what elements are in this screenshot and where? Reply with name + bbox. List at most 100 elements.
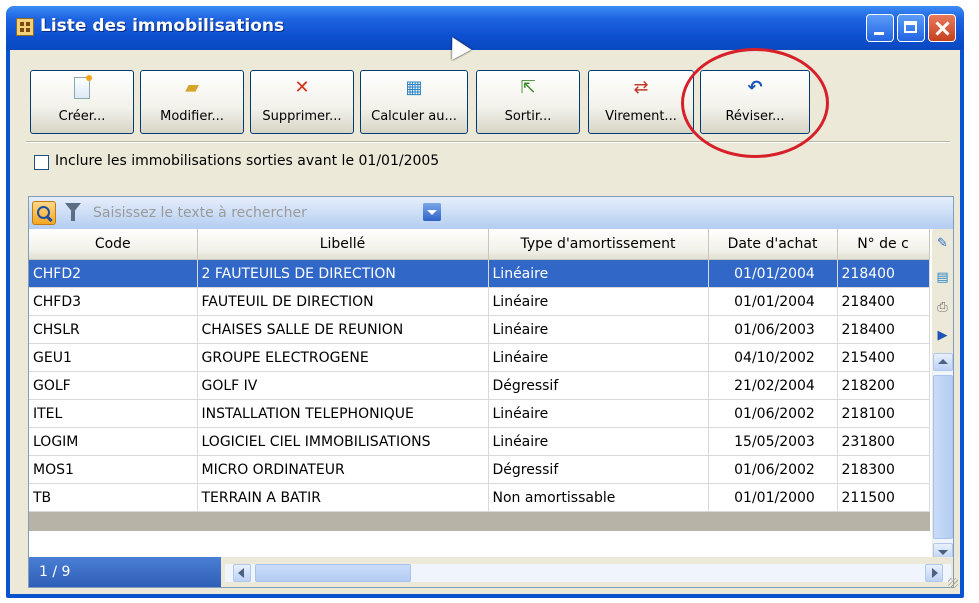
cell-type: Linéaire	[488, 287, 709, 316]
search-icon[interactable]	[32, 201, 56, 225]
cell-type: Non amortissable	[488, 483, 709, 512]
cell-type: Linéaire	[488, 315, 709, 344]
cell-date: 01/01/2004	[708, 287, 838, 316]
column-header-code[interactable]: Code	[29, 229, 198, 260]
filter-icon[interactable]	[65, 203, 81, 221]
edit-icon[interactable]: ✎	[934, 235, 951, 252]
create-button[interactable]: Créer...	[30, 70, 134, 134]
cell-libelle: GROUPE ELECTROGENE	[197, 343, 489, 372]
cell-code: CHFD2	[29, 259, 198, 288]
delete-button[interactable]: ✕ Supprimer...	[250, 70, 354, 134]
chevron-down-icon[interactable]	[423, 203, 441, 221]
cell-libelle: 2 FAUTEUILS DE DIRECTION	[197, 259, 489, 288]
cell-number: 218300	[837, 455, 930, 484]
cell-type: Linéaire	[488, 399, 709, 428]
exit-icon: ⇱	[520, 77, 536, 98]
grid-footer: 1 / 9	[29, 557, 953, 587]
vertical-scrollbar[interactable]	[933, 353, 953, 561]
modify-button-label: Modifier...	[160, 109, 224, 124]
cell-libelle: MICRO ORDINATEUR	[197, 455, 489, 484]
scroll-up-icon[interactable]	[933, 353, 953, 371]
cell-code: CHSLR	[29, 315, 198, 344]
cell-date: 01/06/2003	[708, 315, 838, 344]
cell-number: 231800	[837, 427, 930, 456]
modify-button[interactable]: ▰ Modifier...	[140, 70, 244, 134]
print-icon[interactable]: ⎙	[934, 299, 951, 316]
table-empty-row	[29, 511, 930, 531]
minimize-button[interactable]	[866, 14, 894, 42]
calculate-button[interactable]: ▦ Calculer au...	[360, 70, 468, 134]
window-title: Liste des immobilisations	[40, 16, 285, 36]
transfer-button[interactable]: ⇄ Virement...	[588, 70, 694, 134]
cell-code: ITEL	[29, 399, 198, 428]
search-bar	[29, 197, 953, 229]
cell-libelle: TERRAIN A BATIR	[197, 483, 489, 512]
calculate-button-label: Calculer au...	[371, 109, 457, 124]
maximize-button[interactable]	[897, 14, 925, 42]
assets-table: Code Libellé Type d'amortissement Date d…	[29, 229, 930, 531]
cell-type: Linéaire	[488, 343, 709, 372]
cell-type: Dégressif	[488, 371, 709, 400]
table-header-row: Code Libellé Type d'amortissement Date d…	[29, 229, 930, 260]
scroll-left-icon[interactable]	[233, 564, 251, 582]
cell-libelle: LOGICIEL CIEL IMMOBILISATIONS	[197, 427, 489, 456]
create-button-label: Créer...	[58, 109, 106, 124]
table-row[interactable]: CHSLR CHAISES SALLE DE REUNION Linéaire …	[29, 315, 930, 344]
transfer-button-label: Virement...	[605, 109, 677, 124]
table-row[interactable]: GEU1 GROUPE ELECTROGENE Linéaire 04/10/2…	[29, 343, 930, 372]
open-folder-icon: ▰	[185, 77, 199, 98]
resize-grip[interactable]	[948, 578, 958, 588]
column-header-date[interactable]: Date d'achat	[708, 229, 838, 260]
building-icon	[16, 18, 34, 36]
column-header-number[interactable]: N° de c	[837, 229, 930, 260]
delete-button-label: Supprimer...	[262, 109, 342, 124]
highlight-circle	[681, 48, 829, 158]
cell-libelle: CHAISES SALLE DE REUNION	[197, 315, 489, 344]
cell-number: 218400	[837, 259, 930, 288]
column-header-libelle[interactable]: Libellé	[197, 229, 489, 260]
cell-type: Linéaire	[488, 259, 709, 288]
transfer-icon: ⇄	[633, 77, 649, 98]
title-bar[interactable]: Liste des immobilisations	[6, 6, 964, 50]
table-row[interactable]: MOS1 MICRO ORDINATEUR Dégressif 01/06/20…	[29, 455, 930, 484]
cell-date: 15/05/2003	[708, 427, 838, 456]
exit-asset-button[interactable]: ⇱ Sortir...	[476, 70, 580, 134]
close-button[interactable]	[928, 14, 956, 42]
table-row[interactable]: CHFD2 2 FAUTEUILS DE DIRECTION Linéaire …	[29, 259, 930, 288]
cell-type: Dégressif	[488, 455, 709, 484]
column-header-type[interactable]: Type d'amortissement	[488, 229, 709, 260]
vertical-scroll-thumb[interactable]	[933, 375, 953, 539]
cell-number: 215400	[837, 343, 930, 372]
include-sold-assets-label[interactable]: Inclure les immobilisations sorties avan…	[55, 153, 439, 169]
play-icon[interactable]: ▶	[934, 327, 951, 344]
cell-date: 01/01/2004	[708, 259, 838, 288]
horizontal-scroll-thumb[interactable]	[255, 564, 411, 582]
table-row[interactable]: CHFD3 FAUTEUIL DE DIRECTION Linéaire 01/…	[29, 287, 930, 316]
cell-code: LOGIM	[29, 427, 198, 456]
table-row[interactable]: ITEL INSTALLATION TELEPHONIQUE Linéaire …	[29, 399, 930, 428]
table-row[interactable]: TB TERRAIN A BATIR Non amortissable 01/0…	[29, 483, 930, 512]
cell-code: GEU1	[29, 343, 198, 372]
table-row[interactable]: GOLF GOLF IV Dégressif 21/02/2004 218200	[29, 371, 930, 400]
exit-asset-button-label: Sortir...	[504, 109, 552, 124]
calculator-icon: ▦	[405, 77, 423, 98]
cell-date: 04/10/2002	[708, 343, 838, 372]
cell-date: 01/06/2002	[708, 455, 838, 484]
export-icon[interactable]: ▤	[934, 269, 951, 286]
new-document-icon	[74, 75, 92, 99]
cell-number: 218400	[837, 287, 930, 316]
cell-code: TB	[29, 483, 198, 512]
assets-grid: Code Libellé Type d'amortissement Date d…	[28, 196, 954, 588]
cell-date: 21/02/2004	[708, 371, 838, 400]
cell-code: MOS1	[29, 455, 198, 484]
cell-libelle: INSTALLATION TELEPHONIQUE	[197, 399, 489, 428]
cell-date: 01/01/2000	[708, 483, 838, 512]
scroll-right-icon[interactable]	[925, 564, 943, 582]
search-input[interactable]	[87, 202, 433, 224]
cell-date: 01/06/2002	[708, 399, 838, 428]
record-counter: 1 / 9	[29, 557, 221, 587]
horizontal-scrollbar[interactable]	[225, 564, 951, 582]
include-sold-assets-checkbox[interactable]	[34, 155, 49, 170]
toolbar-separator	[26, 141, 950, 143]
table-row[interactable]: LOGIM LOGICIEL CIEL IMMOBILISATIONS Liné…	[29, 427, 930, 456]
